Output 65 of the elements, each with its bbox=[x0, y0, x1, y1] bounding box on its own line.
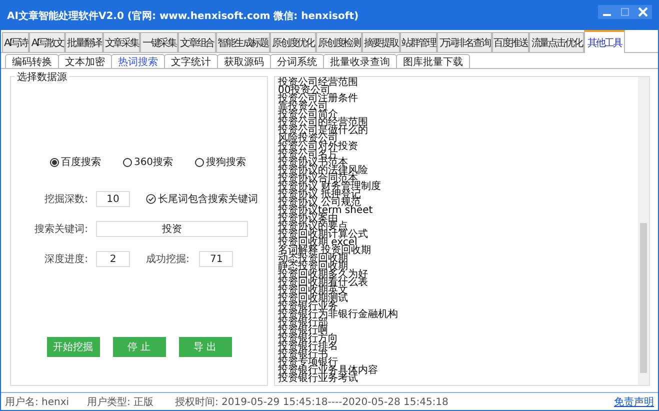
list-item[interactable]: 投资协议 公司规范 bbox=[278, 199, 635, 207]
list-item[interactable]: 投资回收期计算公式 bbox=[278, 231, 635, 239]
scrollbar[interactable] bbox=[638, 77, 649, 385]
list-item[interactable]: 投资银行方向 bbox=[278, 335, 635, 343]
list-item[interactable]: 投资银行部 bbox=[278, 319, 635, 327]
group-title: 选择数据源 bbox=[15, 70, 69, 84]
sub-tab[interactable]: 热词搜索 bbox=[111, 54, 165, 68]
tab[interactable]: 百度推送 bbox=[492, 32, 530, 52]
radio-indicator[interactable] bbox=[195, 158, 204, 166]
field-label: 成功挖掘: bbox=[146, 252, 190, 266]
sub-tab[interactable]: 文本加密 bbox=[58, 54, 112, 68]
sub-tab[interactable]: 获取源码 bbox=[217, 54, 271, 68]
checkbox[interactable]: 长尾词包含搜索关键词 bbox=[146, 192, 258, 206]
tab[interactable]: 其他工具 bbox=[584, 30, 626, 53]
tab[interactable]: 一键采集 bbox=[140, 32, 178, 52]
tab[interactable]: 站群管理 bbox=[400, 32, 438, 52]
sub-tab[interactable]: 编码转换 bbox=[5, 54, 59, 68]
tab[interactable]: 流量点击优化 bbox=[529, 32, 584, 52]
tab[interactable]: 批量翻译 bbox=[65, 32, 103, 52]
list-item[interactable]: 投资回收期测试 bbox=[278, 295, 635, 303]
input-field[interactable]: 71 bbox=[199, 251, 234, 267]
sub-tab[interactable]: 分词系统 bbox=[270, 54, 324, 68]
tab[interactable]: 文章采集 bbox=[102, 32, 140, 52]
status-text: 用户类型: 正版 bbox=[87, 396, 155, 408]
tab[interactable]: AI写散文 bbox=[29, 32, 66, 52]
sub-tab[interactable]: 图库批量下载 bbox=[396, 54, 470, 68]
input-field[interactable]: 2 bbox=[96, 251, 130, 267]
list-item[interactable]: 投资回收期多久为好 bbox=[278, 271, 635, 279]
status-text: 用户名: henxi bbox=[5, 396, 70, 408]
field-label: 挖掘深数: bbox=[44, 192, 88, 206]
tab[interactable]: 原创度优化 bbox=[270, 32, 316, 52]
list-item[interactable]: 投资协议的法律风险 bbox=[278, 167, 635, 175]
list-item[interactable]: 投资公司的经营范围 bbox=[278, 119, 635, 127]
window-title: AI文章智能处理软件V2.0 (官网: www.henxisoft.com 微信: henxisoft) bbox=[7, 9, 360, 22]
status-text: 授权时间: 2019-05-29 15:45:18----2020-05-28 15:45:18 bbox=[175, 396, 448, 408]
list-item[interactable]: 投资银行业务考试 bbox=[278, 375, 635, 383]
tab[interactable]: 文章组合 bbox=[178, 32, 216, 52]
radio-button[interactable]: 360搜索 bbox=[122, 155, 174, 169]
sub-tab[interactable]: 文字统计 bbox=[164, 54, 218, 68]
radio-indicator[interactable] bbox=[122, 158, 132, 166]
tab[interactable]: 智能生成标题 bbox=[216, 32, 270, 52]
list-item[interactable]: 投资公司是做什么的 bbox=[278, 127, 635, 135]
list-item[interactable]: 投资回收期看什么表 bbox=[278, 279, 635, 287]
list-item[interactable]: 投资协议 抵押登记 bbox=[278, 191, 635, 199]
list-item[interactable]: 投资公司对外投资 bbox=[278, 143, 635, 151]
input-field[interactable]: 投资 bbox=[96, 221, 248, 237]
list-item[interactable]: 投资公司注册条件 bbox=[278, 95, 635, 103]
field-label: 搜索关键词: bbox=[34, 222, 88, 236]
list-item[interactable]: 投资银行排名 bbox=[278, 343, 635, 351]
sub-tab[interactable]: 批量收录查询 bbox=[323, 54, 397, 68]
radio-button[interactable]: 百度搜索 bbox=[50, 155, 101, 169]
disclaimer-link[interactable]: 免责声明 bbox=[614, 394, 654, 408]
radio-button[interactable]: 搜狗搜索 bbox=[195, 155, 246, 169]
list-item[interactable]: 投资回收期英文 bbox=[278, 287, 635, 295]
list-item[interactable]: 投资协议term sheet bbox=[278, 207, 635, 215]
check-icon[interactable] bbox=[146, 194, 156, 204]
list-item[interactable]: 投资银行业务具体内容 bbox=[278, 367, 635, 375]
field-label: 深度进度: bbox=[44, 252, 88, 266]
tab[interactable]: AI写诗 bbox=[2, 32, 30, 52]
list-item[interactable]: 投资公司经营范围 bbox=[278, 79, 635, 87]
input-field[interactable]: 10 bbox=[96, 191, 130, 207]
tab[interactable]: 万词排名查询 bbox=[437, 32, 492, 52]
radio-indicator[interactable] bbox=[50, 158, 59, 166]
tab[interactable]: 原创度检测 bbox=[316, 32, 362, 52]
tab[interactable]: 摘要提取 bbox=[362, 32, 400, 52]
